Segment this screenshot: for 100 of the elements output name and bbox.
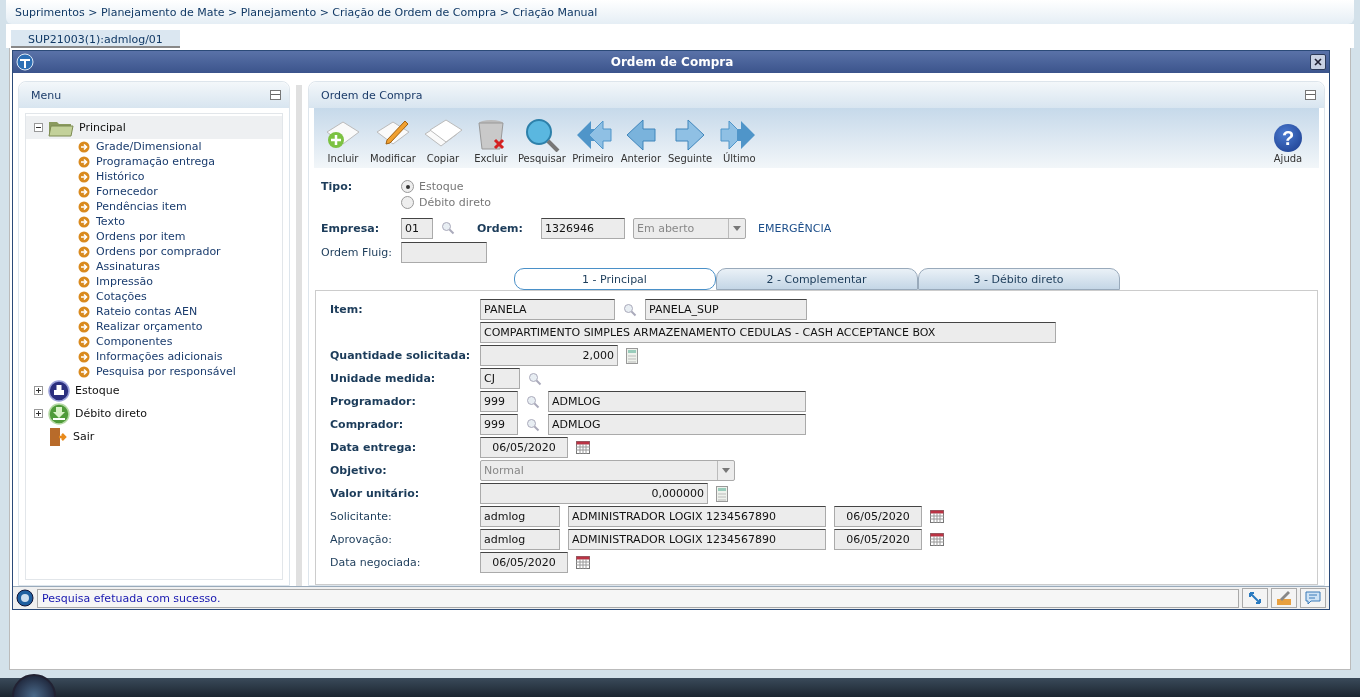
arrow-right-icon xyxy=(78,275,90,288)
status-message: Pesquisa efetuada com sucesso. xyxy=(37,588,1239,608)
field-label: Programador: xyxy=(330,395,416,408)
input-field[interactable]: PANELA_SUP xyxy=(645,299,807,320)
input-field[interactable]: 999 xyxy=(480,391,518,412)
expand-icon[interactable] xyxy=(34,386,43,395)
input-field[interactable]: 06/05/2020 xyxy=(480,437,568,458)
field-label: Solicitante: xyxy=(330,510,392,523)
menu-title: Menu xyxy=(31,88,63,102)
arrow-right-icon xyxy=(78,140,90,153)
input-field[interactable]: ADMLOG xyxy=(548,391,806,412)
input-field[interactable]: 06/05/2020 xyxy=(834,529,922,550)
toolbar-button[interactable]: Primeiro xyxy=(569,118,616,164)
calendar-icon[interactable] xyxy=(930,533,944,546)
fluig-order-field[interactable] xyxy=(401,241,487,263)
toolbar-button[interactable]: Modificar xyxy=(368,118,418,164)
arrow-right-icon xyxy=(78,335,90,348)
toolbar-button[interactable]: Pesquisar xyxy=(515,118,568,164)
session-tab[interactable]: SUP21003(1):admlog/01 xyxy=(11,30,180,48)
toolbar-button[interactable]: Seguinte xyxy=(665,118,715,164)
menu-item[interactable]: Estoque xyxy=(26,379,282,402)
download-icon xyxy=(48,402,70,425)
input-field[interactable]: admlog xyxy=(480,506,560,527)
minimize-button[interactable] xyxy=(1305,90,1316,100)
input-field[interactable]: ADMINISTRADOR LOGIX 1234567890 xyxy=(568,529,826,550)
menu-subitem[interactable]: Fornecedor xyxy=(26,184,282,199)
menu-subitem[interactable]: Pesquisa por responsável xyxy=(26,364,282,379)
menu-item[interactable]: Principal xyxy=(26,116,282,139)
collapse-icon[interactable] xyxy=(34,123,43,132)
field-label: Comprador: xyxy=(330,418,404,431)
radio-button[interactable] xyxy=(401,196,414,209)
radio-button[interactable] xyxy=(401,180,414,193)
calendar-icon[interactable] xyxy=(930,510,944,523)
menu-subitem[interactable]: Realizar orçamento xyxy=(26,319,282,334)
panel-title: Ordem de Compra xyxy=(321,88,424,102)
radio-option[interactable]: Estoque xyxy=(401,180,491,193)
menu-subitem[interactable]: Assinaturas xyxy=(26,259,282,274)
menu-subitem[interactable]: Texto xyxy=(26,214,282,229)
input-field[interactable]: CJ xyxy=(480,368,520,389)
input-field[interactable]: 2,000 xyxy=(480,345,618,366)
input-field[interactable]: ADMLOG xyxy=(548,414,806,435)
globe-icon xyxy=(16,589,34,607)
caret-icon xyxy=(722,468,730,473)
calculator-icon[interactable] xyxy=(626,347,638,364)
input-field[interactable]: ADMINISTRADOR LOGIX 1234567890 xyxy=(568,506,826,527)
input-field[interactable]: 06/05/2020 xyxy=(480,552,568,573)
arrow-right-icon xyxy=(78,320,90,333)
input-field[interactable]: admlog xyxy=(480,529,560,550)
menu-subitem[interactable]: Ordens por item xyxy=(26,229,282,244)
tab[interactable]: 3 - Débito direto xyxy=(917,268,1120,290)
toolbar-button[interactable]: Excluir xyxy=(467,118,514,164)
menu-subitem[interactable]: Pendências item xyxy=(26,199,282,214)
company-field[interactable]: 01 xyxy=(401,217,433,239)
input-field[interactable]: 999 xyxy=(480,414,518,435)
menu-item[interactable]: Débito direto xyxy=(26,402,282,425)
emergency-label: EMERGÊNCIA xyxy=(758,221,832,235)
toolbar-button[interactable]: Copiar xyxy=(419,118,466,164)
menu-subitem[interactable]: Componentes xyxy=(26,334,282,349)
menu-subitem[interactable]: Ordens por comprador xyxy=(26,244,282,259)
tab[interactable]: 1 - Principal xyxy=(513,268,716,290)
input-field[interactable]: 06/05/2020 xyxy=(834,506,922,527)
menu-subitem[interactable]: Rateio contas AEN xyxy=(26,304,282,319)
calendar-icon[interactable] xyxy=(576,441,590,454)
menu-subitem[interactable]: Cotações xyxy=(26,289,282,304)
settings-button[interactable] xyxy=(1271,588,1297,608)
arrow-right-icon xyxy=(78,245,90,258)
menu-subitem[interactable]: Histórico xyxy=(26,169,282,184)
arrow-right-icon xyxy=(78,185,90,198)
toolbar-button[interactable]: Anterior xyxy=(617,118,664,164)
order-field[interactable]: 1326946 xyxy=(541,217,625,239)
input-field[interactable]: COMPARTIMENTO SIMPLES ARMAZENAMENTO CEDULAS - CASH ACCEPTANCE BOX xyxy=(480,322,1056,343)
field-label: Empresa: xyxy=(321,221,381,235)
tab[interactable]: 2 - Complementar xyxy=(715,268,918,290)
minimize-button[interactable] xyxy=(270,90,281,100)
input-field[interactable]: 0,000000 xyxy=(480,483,708,504)
radio-option[interactable]: Débito direto xyxy=(401,196,491,209)
close-button[interactable] xyxy=(1310,54,1326,70)
app-logo-icon xyxy=(16,53,34,71)
close-icon xyxy=(1314,58,1322,66)
pen-tray-icon xyxy=(1276,590,1292,606)
menu-subitem[interactable]: Informações adicionais xyxy=(26,349,282,364)
expand-icon[interactable] xyxy=(34,409,43,418)
toolbar-button[interactable]: Último xyxy=(716,118,763,164)
boxes-icon xyxy=(48,379,70,402)
input-field[interactable]: PANELA xyxy=(480,299,615,320)
toolbar-button[interactable]: Incluir xyxy=(320,118,366,164)
help-button[interactable]: ? Ajuda xyxy=(1265,124,1311,164)
field-label: Aprovação: xyxy=(330,533,392,546)
menu-subitem[interactable]: Impressão xyxy=(26,274,282,289)
field-label: Ordem Fluig: xyxy=(321,245,393,259)
field-label: Data negociada: xyxy=(330,556,421,569)
menu-subitem[interactable]: Programação entrega xyxy=(26,154,282,169)
field-label: Tipo: xyxy=(321,180,354,193)
menu-subitem[interactable]: Grade/Dimensional xyxy=(26,139,282,154)
calendar-icon[interactable] xyxy=(576,556,590,569)
calculator-icon[interactable] xyxy=(716,485,728,502)
arrow-right-icon xyxy=(78,290,90,303)
resize-button[interactable] xyxy=(1242,588,1268,608)
field-label: Item: xyxy=(330,303,363,316)
menu-item[interactable]: Sair xyxy=(26,425,282,448)
